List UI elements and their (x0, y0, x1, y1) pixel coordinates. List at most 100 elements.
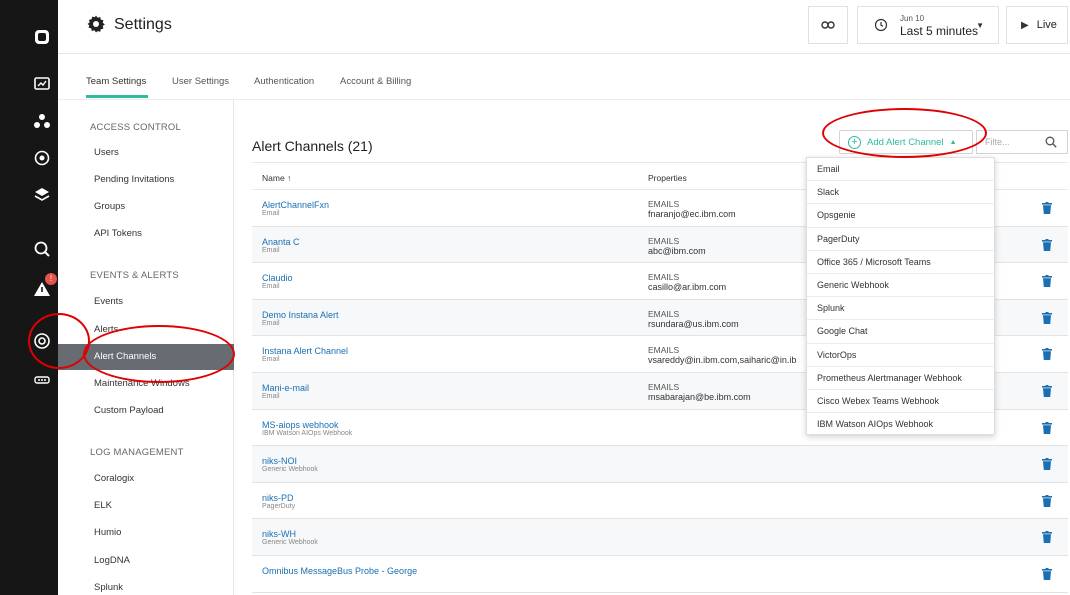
trash-icon[interactable] (1042, 238, 1052, 251)
time-range-label: Last 5 minutes (900, 24, 979, 38)
trash-icon[interactable] (1042, 311, 1052, 324)
menu-item[interactable]: Opsgenie (807, 204, 994, 228)
sidebar-item-humio[interactable]: Humio (58, 520, 234, 546)
sidebar-item-maintenance-windows[interactable]: Maintenance Windows (58, 371, 234, 397)
trash-icon[interactable] (1042, 458, 1052, 471)
table-row[interactable]: niks-PD PagerDuty (252, 483, 1068, 520)
instana-logo-icon[interactable] (33, 28, 51, 46)
time-date: Jun 10 (900, 14, 925, 23)
channel-name-link[interactable]: Instana Alert Channel (262, 346, 348, 356)
channel-type: Email (262, 283, 280, 291)
alert-channel-type-menu: Email Slack Opsgenie PagerDuty Office 365 / … (806, 157, 995, 435)
channel-name-link[interactable]: Ananta C (262, 237, 300, 247)
sidebar-item-api-tokens[interactable]: API Tokens (58, 221, 234, 247)
analytics-search-icon[interactable] (33, 240, 51, 258)
menu-item[interactable]: Generic Webhook (807, 274, 994, 298)
menu-item[interactable]: Cisco Webex Teams Webhook (807, 390, 994, 414)
menu-item[interactable]: Google Chat (807, 320, 994, 344)
trash-icon[interactable] (1042, 567, 1052, 580)
menu-item[interactable]: Email (807, 158, 994, 182)
trash-icon[interactable] (1042, 384, 1052, 397)
property-value: abc@ibm.com (648, 245, 706, 256)
websites-icon[interactable] (33, 149, 51, 167)
add-alert-channel-label: Add Alert Channel (867, 136, 944, 148)
sidebar-item-groups[interactable]: Groups (58, 194, 234, 220)
tab-user-settings[interactable]: User Settings (172, 76, 229, 87)
menu-item[interactable]: Office 365 / Microsoft Teams (807, 251, 994, 274)
active-tab-indicator (86, 95, 148, 98)
time-range-picker[interactable]: Jun 10 Last 5 minutes ▼ (857, 6, 999, 44)
channel-name-link[interactable]: AlertChannelFxn (262, 200, 329, 210)
channel-name-link[interactable]: Mani-e-mail (262, 383, 309, 393)
property-key: EMAILS (648, 308, 680, 319)
trash-icon[interactable] (1042, 494, 1052, 507)
property-value: msabarajan@be.ibm.com (648, 391, 751, 402)
channel-type: IBM Watson AIOps Webhook (262, 429, 353, 437)
property-key: EMAILS (648, 345, 680, 356)
menu-item[interactable]: Slack (807, 181, 994, 205)
settings-gear-icon[interactable] (33, 332, 51, 350)
sidebar-item-coralogix[interactable]: Coralogix (58, 466, 234, 492)
filter-placeholder: Filte... (985, 137, 1010, 147)
tab-account-billing[interactable]: Account & Billing (340, 76, 411, 87)
table-row[interactable]: niks-NOI Generic Webhook (252, 446, 1068, 483)
channel-type: Email (262, 392, 280, 400)
channel-name-link[interactable]: MS-aiops webhook (262, 420, 339, 430)
menu-item[interactable]: PagerDuty (807, 228, 994, 251)
menu-item[interactable]: VictorOps (807, 344, 994, 367)
channel-name-link[interactable]: Omnibus MessageBus Probe - George (262, 566, 417, 576)
column-name-header[interactable]: Name ↑ (262, 173, 291, 183)
sidebar-item-events[interactable]: Events (58, 289, 234, 315)
channel-name-link[interactable]: niks-PD (262, 493, 294, 503)
table-row[interactable]: niks-WH Generic Webhook (252, 519, 1068, 556)
property-value: casillo@ar.ibm.com (648, 282, 727, 293)
sidebar-item-pending-invitations[interactable]: Pending Invitations (58, 167, 234, 193)
copy-link-button[interactable] (808, 6, 848, 44)
trash-icon[interactable] (1042, 531, 1052, 544)
channel-type: Email (262, 356, 280, 364)
sidebar-item-users[interactable]: Users (58, 140, 234, 166)
menu-item[interactable]: IBM Watson AIOps Webhook (807, 413, 994, 436)
tab-authentication[interactable]: Authentication (254, 76, 314, 87)
infrastructure-icon[interactable] (33, 186, 51, 204)
trash-icon[interactable] (1042, 421, 1052, 434)
section-events-alerts: EVENTS & ALERTS (90, 270, 179, 281)
menu-item[interactable]: Splunk (807, 297, 994, 321)
dashboard-icon[interactable] (33, 75, 51, 93)
settings-sidebar: ACCESS CONTROL Users Pending Invitations… (58, 100, 234, 595)
alert-count-badge: ! (45, 273, 57, 285)
sidebar-item-logdna[interactable]: LogDNA (58, 548, 234, 574)
search-icon[interactable] (1045, 136, 1057, 148)
channel-name-link[interactable]: niks-NOI (262, 456, 297, 466)
channel-name-link[interactable]: niks-WH (262, 529, 296, 539)
sidebar-item-custom-payload[interactable]: Custom Payload (58, 398, 234, 424)
trash-icon[interactable] (1042, 275, 1052, 288)
live-button[interactable]: ▶ Live (1006, 6, 1068, 44)
tab-team-settings[interactable]: Team Settings (86, 76, 146, 87)
alert-channels-title: Alert Channels (21) (252, 138, 373, 154)
applications-icon[interactable] (33, 112, 51, 130)
settings-gear-icon (87, 15, 105, 33)
filter-input[interactable]: Filte... (976, 130, 1068, 154)
section-access-control: ACCESS CONTROL (90, 122, 181, 133)
property-key: EMAILS (648, 272, 680, 283)
table-row[interactable]: Omnibus MessageBus Probe - George (252, 556, 1068, 593)
section-log-management: LOG MANAGEMENT (90, 447, 184, 458)
caret-up-icon: ▲ (949, 138, 957, 146)
sidebar-item-splunk[interactable]: Splunk (58, 575, 234, 595)
channel-type: Email (262, 319, 280, 327)
channel-name-link[interactable]: Claudio (262, 273, 293, 283)
channel-type: Email (262, 210, 280, 217)
channel-name-link[interactable]: Demo Instana Alert (262, 310, 339, 320)
clock-icon (874, 18, 888, 32)
add-alert-channel-button[interactable]: + Add Alert Channel ▲ (839, 130, 973, 154)
menu-item[interactable]: Prometheus Alertmanager Webhook (807, 367, 994, 390)
sidebar-item-alerts[interactable]: Alerts (58, 317, 234, 343)
property-value: fnaranjo@ec.ibm.com (648, 209, 736, 219)
sidebar-item-elk[interactable]: ELK (58, 493, 234, 519)
sidebar-item-alert-channels[interactable]: Alert Channels (58, 344, 234, 370)
more-apps-icon[interactable] (33, 371, 51, 389)
trash-icon[interactable] (1042, 348, 1052, 361)
property-key: EMAILS (648, 199, 680, 209)
trash-icon[interactable] (1042, 202, 1052, 214)
